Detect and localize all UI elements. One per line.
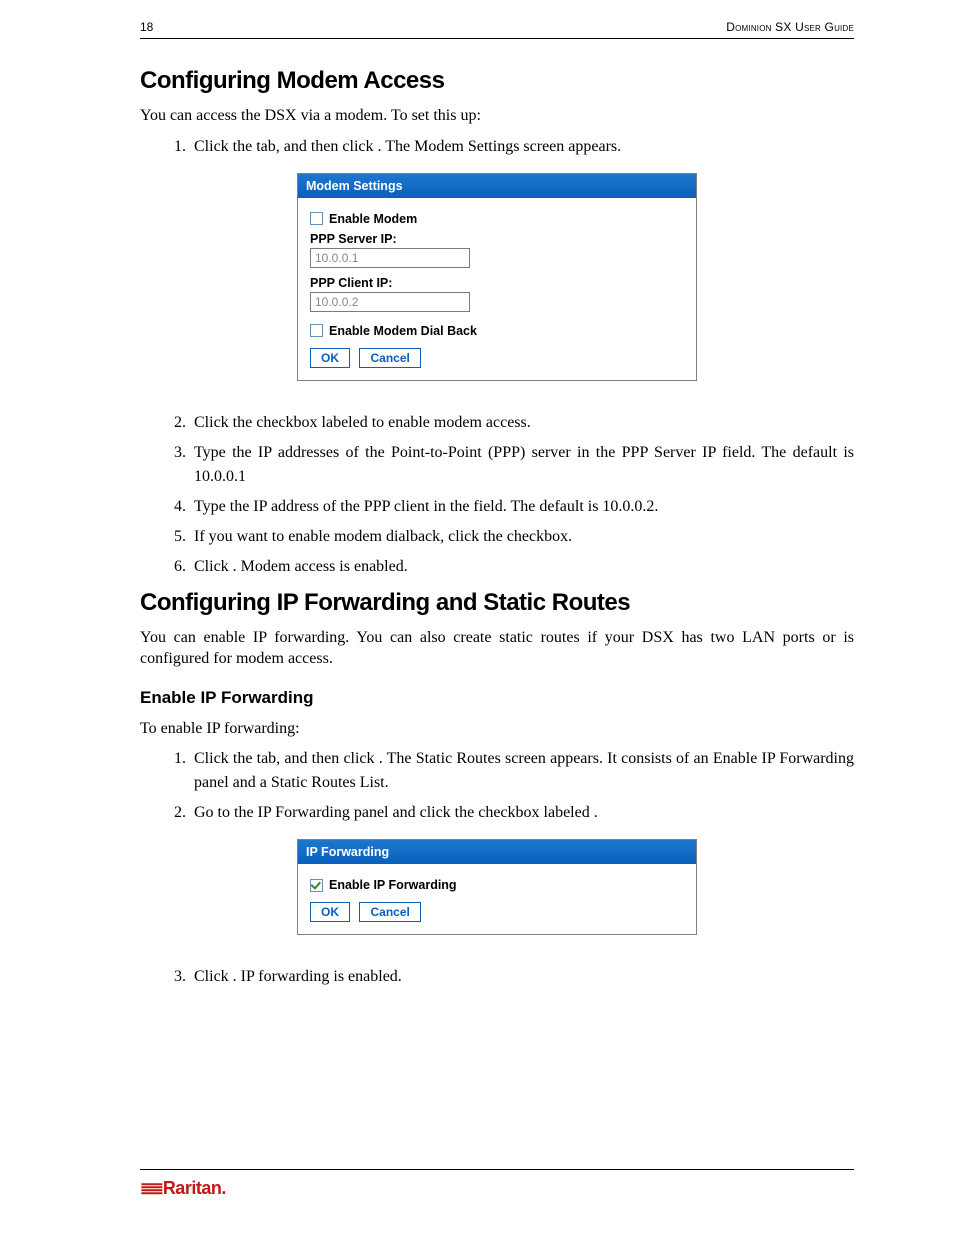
section2-steps-b: Click . IP forwarding is enabled.: [140, 965, 854, 989]
section1-steps-b: Click the checkbox labeled to enable mod…: [140, 411, 854, 579]
section2-intro: You can enable IP forwarding. You can al…: [140, 627, 854, 670]
list-item: Click the tab, and then click . The Stat…: [190, 747, 854, 795]
ip-forwarding-panel: IP Forwarding Enable IP Forwarding OK Ca…: [297, 839, 697, 935]
section2-steps-a: Click the tab, and then click . The Stat…: [140, 747, 854, 825]
logo-glyph-icon: ≣≣: [140, 1179, 161, 1199]
modem-settings-panel: Modem Settings Enable Modem PPP Server I…: [297, 173, 697, 381]
section1-intro: You can access the DSX via a modem. To s…: [140, 105, 854, 127]
page-header: 18 Dominion SX User Guide: [140, 20, 854, 39]
cancel-button[interactable]: Cancel: [359, 348, 420, 368]
page-number: 18: [140, 20, 153, 34]
cancel-button[interactable]: Cancel: [359, 902, 420, 922]
list-item: If you want to enable modem dialback, cl…: [190, 525, 854, 549]
list-item: Go to the IP Forwarding panel and click …: [190, 801, 854, 825]
section2-sub-intro: To enable IP forwarding:: [140, 718, 854, 740]
ppp-server-input[interactable]: [310, 248, 470, 268]
ppp-client-input[interactable]: [310, 292, 470, 312]
panel-title: IP Forwarding: [298, 840, 696, 864]
list-item: Click the checkbox labeled to enable mod…: [190, 411, 854, 435]
list-item: Click . IP forwarding is enabled.: [190, 965, 854, 989]
page-footer: ≣≣ Raritan.: [140, 1169, 854, 1199]
section-title-ipfwd: Configuring IP Forwarding and Static Rou…: [140, 589, 854, 617]
enable-ipfwd-checkbox[interactable]: [310, 879, 323, 892]
section1-steps-a: Click the tab, and then click . The Mode…: [140, 135, 854, 159]
ppp-client-label: PPP Client IP:: [310, 276, 684, 290]
list-item: Click the tab, and then click . The Mode…: [190, 135, 854, 159]
ppp-server-label: PPP Server IP:: [310, 232, 684, 246]
ok-button[interactable]: OK: [310, 902, 350, 922]
enable-modem-checkbox[interactable]: [310, 212, 323, 225]
enable-ipfwd-label: Enable IP Forwarding: [329, 878, 457, 892]
list-item: Type the IP address of the PPP client in…: [190, 495, 854, 519]
enable-modem-label: Enable Modem: [329, 212, 417, 226]
ok-button[interactable]: OK: [310, 348, 350, 368]
section-title-modem: Configuring Modem Access: [140, 67, 854, 95]
list-item: Type the IP addresses of the Point-to-Po…: [190, 441, 854, 489]
brand-name: Raritan: [163, 1178, 222, 1199]
panel-title: Modem Settings: [298, 174, 696, 198]
brand-logo: ≣≣ Raritan.: [140, 1178, 226, 1199]
list-item: Click . Modem access is enabled.: [190, 555, 854, 579]
enable-dialback-checkbox[interactable]: [310, 324, 323, 337]
brand-dot: .: [221, 1178, 226, 1199]
enable-dialback-label: Enable Modem Dial Back: [329, 324, 477, 338]
sub-title-enable-ipfwd: Enable IP Forwarding: [140, 688, 854, 708]
doc-title: Dominion SX User Guide: [726, 20, 854, 34]
